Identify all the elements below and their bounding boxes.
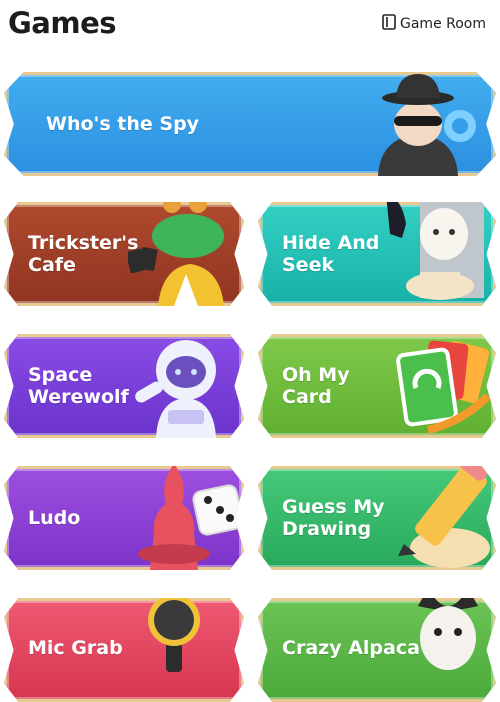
microphone-illustration [134, 598, 214, 672]
game-card-oh-my-card[interactable]: Oh My Card [258, 334, 496, 438]
game-card-tricksters-cafe[interactable]: Trickster's Cafe [4, 202, 244, 306]
spy-illustration [297, 72, 478, 176]
ludo-illustration [126, 466, 244, 570]
game-card-label: Oh My Card [282, 364, 350, 408]
header: Games Game Room [0, 0, 500, 54]
page-title: Games [8, 6, 117, 40]
game-card-space-werewolf[interactable]: Space Werewolf [4, 334, 244, 438]
game-room-button[interactable]: Game Room [382, 14, 486, 34]
game-card-crazy-alpaca[interactable]: Crazy Alpaca [258, 598, 496, 702]
game-card-mic-grab[interactable]: Mic Grab [4, 598, 244, 702]
crocodile-illustration [126, 202, 238, 306]
game-card-guess-my-drawing[interactable]: Guess My Drawing [258, 466, 496, 570]
toilet-illustration [380, 202, 490, 306]
game-card-label: Crazy Alpaca [282, 637, 420, 659]
game-card-label: Space Werewolf [28, 364, 129, 408]
astronaut-illustration [134, 334, 234, 438]
door-icon [382, 14, 396, 34]
alpaca-illustration [408, 598, 488, 678]
game-card-label: Who's the Spy [46, 113, 200, 135]
game-card-label: Trickster's Cafe [28, 232, 139, 276]
game-card-ludo[interactable]: Ludo [4, 466, 244, 570]
cards-illustration [388, 334, 492, 438]
game-card-label: Guess My Drawing [282, 496, 385, 540]
game-card-whos-the-spy[interactable]: Who's the Spy [4, 72, 496, 176]
pencil-illustration [390, 466, 494, 570]
game-room-label: Game Room [400, 16, 486, 32]
game-card-hide-and-seek[interactable]: Hide And Seek [258, 202, 496, 306]
game-card-label: Hide And Seek [282, 232, 380, 276]
game-card-label: Ludo [28, 507, 81, 529]
game-card-label: Mic Grab [28, 637, 123, 659]
